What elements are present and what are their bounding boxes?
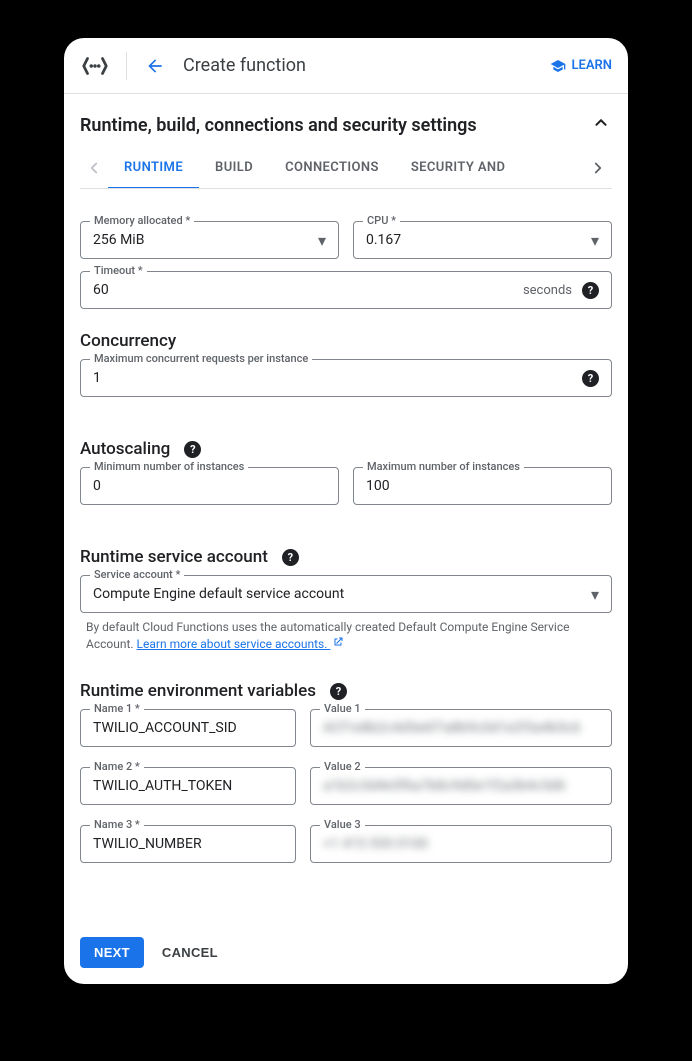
max-concurrent-label: Maximum concurrent requests per instance	[90, 352, 312, 365]
learn-label: LEARN	[572, 58, 613, 73]
min-instances-field[interactable]: Minimum number of instances	[80, 467, 339, 505]
max-instances-field[interactable]: Maximum number of instances	[353, 467, 612, 505]
service-account-value: Compute Engine default service account	[93, 586, 591, 602]
help-icon[interactable]: ?	[184, 441, 201, 458]
timeout-field[interactable]: Timeout * seconds ?	[80, 271, 612, 309]
timeout-suffix: seconds	[523, 283, 572, 298]
cancel-button[interactable]: CANCEL	[162, 945, 218, 960]
caret-down-icon: ▾	[591, 585, 599, 604]
env-value-field[interactable]: Value 3	[310, 825, 612, 863]
env-name-field[interactable]: Name 3 *	[80, 825, 296, 863]
footer: NEXT CANCEL	[64, 920, 628, 984]
env-value-label: Value 2	[320, 760, 365, 773]
env-name-label: Name 1 *	[90, 702, 144, 715]
env-value-input[interactable]	[323, 720, 599, 736]
page-card: Create function LEARN Runtime, build, co…	[64, 38, 628, 984]
chevron-up-icon[interactable]	[590, 112, 612, 138]
memory-value: 256 MiB	[93, 232, 318, 248]
max-instances-label: Maximum number of instances	[363, 460, 524, 473]
concurrency-heading: Concurrency	[80, 331, 612, 351]
tabs-scroll-right[interactable]	[584, 159, 612, 177]
section-title: Runtime, build, connections and security…	[80, 115, 477, 136]
env-value-input[interactable]	[323, 836, 599, 852]
help-icon[interactable]: ?	[330, 683, 347, 700]
help-icon[interactable]: ?	[282, 549, 299, 566]
memory-select[interactable]: Memory allocated * 256 MiB ▾	[80, 221, 339, 259]
external-link-icon	[332, 636, 344, 653]
page-title: Create function	[183, 55, 536, 76]
tab-build[interactable]: BUILD	[199, 148, 269, 188]
cpu-value: 0.167	[366, 232, 591, 248]
env-name-input[interactable]	[93, 778, 283, 794]
cpu-select[interactable]: CPU * 0.167 ▾	[353, 221, 612, 259]
tab-connections[interactable]: CONNECTIONS	[269, 148, 395, 188]
tabs-scroll-left[interactable]	[80, 159, 108, 177]
env-name-label: Name 2 *	[90, 760, 144, 773]
chevron-right-icon	[589, 159, 607, 177]
service-account-note: By default Cloud Functions uses the auto…	[80, 613, 612, 653]
env-name-input[interactable]	[93, 720, 283, 736]
env-name-input[interactable]	[93, 836, 283, 852]
learn-icon	[550, 58, 566, 74]
learn-more-link[interactable]: Learn more about service accounts.	[137, 637, 345, 651]
back-button[interactable]	[141, 52, 169, 80]
next-button[interactable]: NEXT	[80, 937, 144, 968]
timeout-input[interactable]	[93, 282, 523, 298]
env-value-input[interactable]	[323, 778, 599, 794]
memory-label: Memory allocated *	[90, 214, 194, 227]
min-instances-label: Minimum number of instances	[90, 460, 248, 473]
env-value-field[interactable]: Value 2	[310, 767, 612, 805]
section-header[interactable]: Runtime, build, connections and security…	[80, 94, 612, 148]
cpu-label: CPU *	[363, 214, 400, 227]
service-account-label: Service account *	[90, 568, 184, 581]
max-concurrent-field[interactable]: Maximum concurrent requests per instance…	[80, 359, 612, 397]
env-value-field[interactable]: Value 1	[310, 709, 612, 747]
env-name-label: Name 3 *	[90, 818, 144, 831]
divider	[126, 52, 127, 80]
env-value-label: Value 1	[320, 702, 365, 715]
tab-security[interactable]: SECURITY AND	[395, 148, 522, 188]
learn-button[interactable]: LEARN	[550, 58, 613, 74]
cloud-functions-logo	[80, 50, 112, 82]
caret-down-icon: ▾	[591, 231, 599, 250]
tabs: RUNTIME BUILD CONNECTIONS SECURITY AND	[80, 148, 612, 189]
env-name-field[interactable]: Name 1 *	[80, 709, 296, 747]
service-account-heading: Runtime service account ?	[80, 547, 612, 567]
service-account-select[interactable]: Service account * Compute Engine default…	[80, 575, 612, 613]
max-instances-input[interactable]	[366, 478, 599, 494]
header-bar: Create function LEARN	[64, 38, 628, 94]
help-icon[interactable]: ?	[582, 282, 599, 299]
env-value-label: Value 3	[320, 818, 365, 831]
content-scroll[interactable]: Runtime, build, connections and security…	[64, 94, 628, 920]
max-concurrent-input[interactable]	[93, 370, 582, 386]
chevron-left-icon	[85, 159, 103, 177]
help-icon[interactable]: ?	[582, 370, 599, 387]
timeout-label: Timeout *	[90, 264, 147, 277]
env-name-field[interactable]: Name 2 *	[80, 767, 296, 805]
min-instances-input[interactable]	[93, 478, 326, 494]
tab-runtime[interactable]: RUNTIME	[108, 148, 199, 188]
caret-down-icon: ▾	[318, 231, 326, 250]
